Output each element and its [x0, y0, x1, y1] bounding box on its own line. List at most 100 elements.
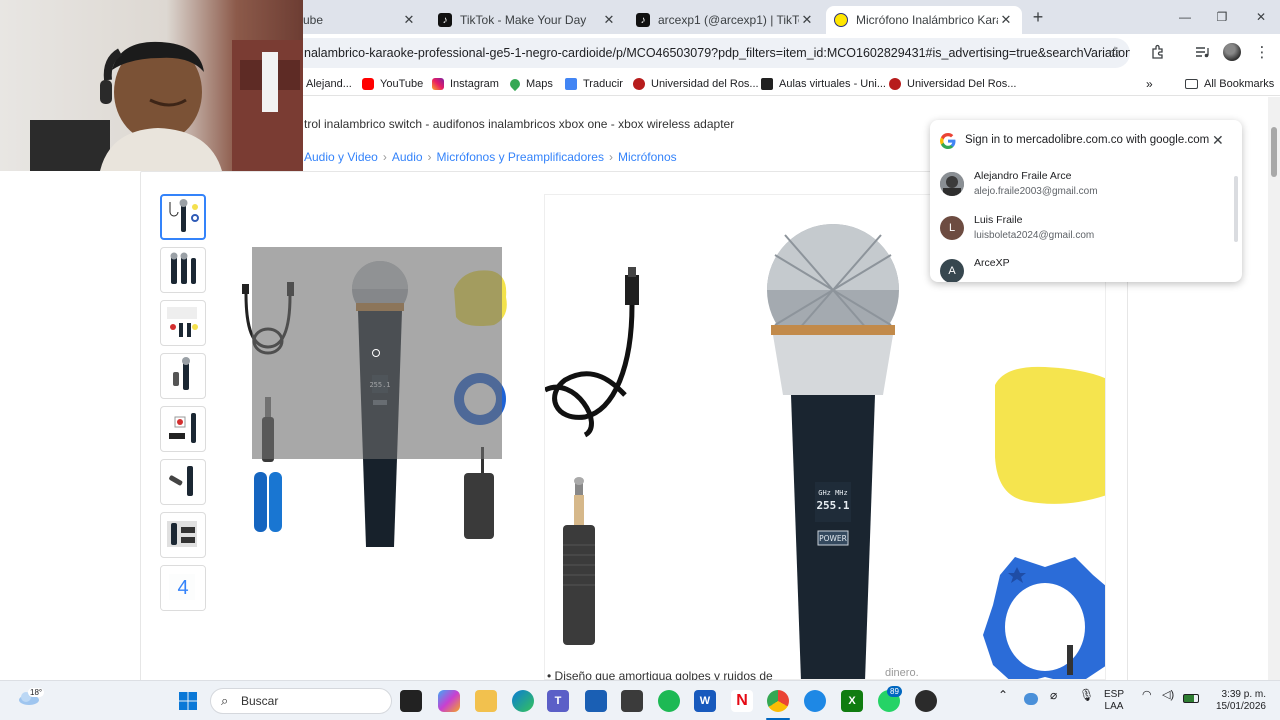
thumbnail[interactable] [160, 194, 206, 240]
bookmark-label: Alejand... [306, 78, 352, 90]
app-red-dot-icon[interactable] [915, 690, 937, 712]
task-view-icon[interactable] [400, 690, 422, 712]
menu-icon[interactable]: ⋮ [1252, 42, 1272, 62]
close-icon[interactable]: ✕ [1212, 132, 1224, 149]
bookmark-translate[interactable]: Traducir [565, 76, 623, 92]
tray-overflow-icon[interactable]: ⌃ [998, 689, 1008, 701]
xbox-icon[interactable]: X [841, 690, 863, 712]
windows-start-icon[interactable] [177, 690, 199, 712]
address-bar[interactable]: nalambrico-karaoke-professional-ge5-1-ne… [290, 38, 1130, 68]
tab-tiktok-profile[interactable]: ♪ arcexp1 (@arcexp1) | TikTok ✕ [628, 6, 823, 34]
translate-icon [565, 78, 577, 90]
breadcrumb-item[interactable]: Micrófonos y Preamplificadores [437, 150, 604, 164]
clock[interactable]: 3:39 p. m. 15/01/2026 [1210, 689, 1266, 713]
tab-close-icon[interactable]: ✕ [799, 12, 815, 28]
bookmarks-overflow-icon[interactable]: » [1146, 76, 1153, 92]
breadcrumb-item[interactable]: Audio [392, 150, 423, 164]
signin-title: Sign in to mercadolibre.com.co with goog… [965, 134, 1210, 146]
all-bookmarks-label: All Bookmarks [1204, 78, 1275, 90]
network-off-icon[interactable]: ⌀ [1050, 689, 1057, 701]
edge-icon[interactable] [512, 690, 534, 712]
app-cube-icon[interactable] [621, 690, 643, 712]
account-email: luisboleta2024@gmail.com [974, 230, 1095, 241]
tab-tiktok-home[interactable]: ♪ TikTok - Make Your Day ✕ [430, 6, 625, 34]
copilot-icon[interactable] [438, 690, 460, 712]
star-icon[interactable]: ☆ [1105, 42, 1125, 62]
bookmark-instagram[interactable]: Instagram [432, 76, 499, 92]
account-option[interactable]: A ArceXP [940, 253, 1220, 282]
language-layout: LAA [1104, 701, 1124, 712]
battery-icon[interactable] [1183, 694, 1199, 703]
more-images-count: 4 [161, 566, 205, 610]
chrome-icon[interactable] [767, 690, 789, 712]
bookmark-youtube[interactable]: YouTube [362, 76, 423, 92]
tab-youtube[interactable]: ube ✕ [295, 6, 425, 34]
account-option[interactable]: L Luis Fraile luisboleta2024@gmail.com [940, 210, 1220, 250]
tab-mercadolibre[interactable]: Micrófono Inalámbrico Karaoke ✕ [826, 6, 1022, 34]
extensions-icon[interactable] [1148, 42, 1168, 62]
page-scrollbar[interactable] [1268, 97, 1280, 680]
store-icon[interactable] [585, 690, 607, 712]
breadcrumb-item[interactable]: Micrófonos [618, 150, 677, 164]
whatsapp-badge: 89 [887, 686, 902, 697]
thumbnail[interactable] [160, 459, 206, 505]
university-icon [633, 78, 645, 90]
tab-close-icon[interactable]: ✕ [401, 12, 417, 28]
instagram-icon [432, 78, 444, 90]
maps-icon [507, 76, 523, 92]
app-shield-icon[interactable] [804, 690, 826, 712]
thumbnail[interactable] [160, 512, 206, 558]
bookmark-aulas[interactable]: Aulas virtuales - Uni... [761, 76, 886, 92]
taskbar-search[interactable]: ⌕ Buscar [210, 688, 392, 714]
tab-close-icon[interactable]: ✕ [998, 12, 1014, 28]
bookmark-universidad-2[interactable]: Universidad Del Ros... [889, 76, 1016, 92]
netflix-icon[interactable]: N [731, 690, 753, 712]
account-email: alejo.fraile2003@gmail.com [974, 186, 1098, 197]
media-controls-icon[interactable] [1192, 42, 1212, 62]
all-bookmarks[interactable]: All Bookmarks [1185, 76, 1274, 92]
tab-title: ube [303, 13, 324, 27]
thumbnail[interactable] [160, 406, 206, 452]
clock-date: 15/01/2026 [1215, 701, 1266, 712]
bookmark-label: Aulas virtuales - Uni... [779, 78, 886, 90]
minimize-icon[interactable]: — [1168, 6, 1202, 28]
account-option[interactable]: Alejandro Fraile Arce alejo.fraile2003@g… [940, 166, 1220, 206]
bookmark-label: Universidad del Ros... [651, 78, 759, 90]
bookmark-maps[interactable]: Maps [507, 76, 553, 92]
breadcrumb-item[interactable]: Audio y Video [304, 150, 378, 164]
word-icon[interactable]: W [694, 690, 716, 712]
language-indicator[interactable]: ESP LAA [1104, 689, 1124, 713]
bookmark-universidad-1[interactable]: Universidad del Ros... [633, 76, 759, 92]
thumbnail[interactable] [160, 300, 206, 346]
popup-scrollbar[interactable] [1234, 176, 1238, 242]
breadcrumb: Audio y Video › Audio › Micrófonos y Preampl… [304, 150, 677, 164]
thumbnail[interactable] [160, 247, 206, 293]
related-searches[interactable]: trol inalambrico switch - audifonos inal… [304, 117, 734, 131]
avatar [940, 172, 964, 196]
file-explorer-icon[interactable] [475, 690, 497, 712]
tab-close-icon[interactable]: ✕ [601, 12, 617, 28]
weather-temp: 18° [28, 688, 45, 697]
search-placeholder: Buscar [241, 694, 279, 708]
onedrive-icon[interactable] [1024, 693, 1038, 705]
new-tab-button[interactable]: + [1028, 8, 1048, 28]
volume-icon[interactable]: ◁) [1162, 689, 1174, 701]
spotify-icon[interactable] [658, 690, 680, 712]
close-icon[interactable]: ✕ [1244, 6, 1278, 28]
scrollbar-thumb[interactable] [1271, 127, 1277, 177]
zoom-display-reading: 255.1 [816, 499, 849, 512]
youtube-icon [362, 78, 374, 90]
bookmark-alejandro[interactable]: Alejand... [306, 76, 352, 92]
aulas-icon [761, 78, 773, 90]
microphone-icon[interactable]: 🎙 [1079, 689, 1094, 701]
search-icon: ⌕ [221, 693, 229, 708]
thumbnail-more[interactable]: 4 [160, 565, 206, 611]
profile-avatar[interactable] [1222, 42, 1242, 62]
teams-icon[interactable]: T [547, 690, 569, 712]
account-name: Alejandro Fraile Arce [974, 170, 1072, 182]
restore-icon[interactable]: ❐ [1205, 6, 1239, 28]
wifi-icon[interactable]: ◠ [1142, 689, 1152, 701]
avatar: L [940, 216, 964, 240]
bookmark-label: Maps [526, 78, 553, 90]
thumbnail[interactable] [160, 353, 206, 399]
